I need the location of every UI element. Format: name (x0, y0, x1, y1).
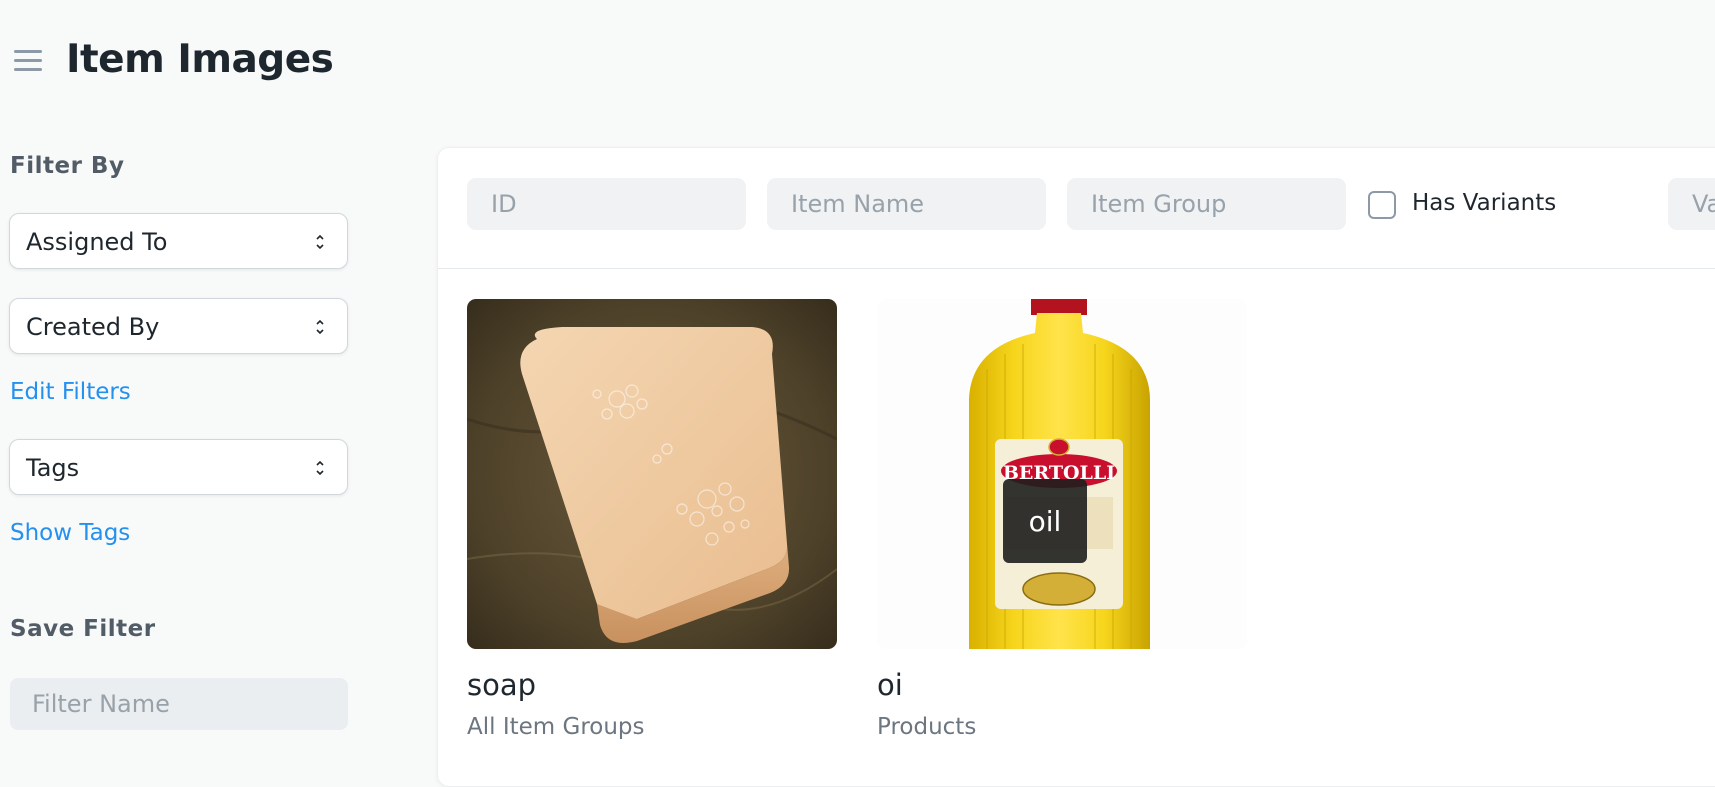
item-name-filter-input[interactable] (767, 178, 1046, 230)
soap-image (467, 299, 837, 649)
menu-icon[interactable] (12, 47, 44, 75)
sort-caret-icon (316, 319, 324, 335)
item-group: All Item Groups (467, 714, 645, 740)
has-variants-checkbox[interactable] (1368, 191, 1396, 219)
created-by-label: Created By (26, 313, 160, 341)
item-group: Products (877, 714, 977, 740)
standard-filter-bar: Has Variants (438, 148, 1715, 269)
soap-thumbnail[interactable] (467, 299, 837, 649)
page-title: Item Images (66, 37, 334, 82)
item-group-filter-input[interactable] (1067, 178, 1346, 230)
show-tags-link[interactable]: Show Tags (10, 520, 130, 546)
item-name[interactable]: soap (467, 668, 536, 702)
tags-select[interactable]: Tags (9, 439, 348, 495)
item-name[interactable]: oi (877, 668, 903, 702)
id-filter-input[interactable] (467, 178, 746, 230)
oil-thumbnail[interactable]: BERTOLLI oil (877, 299, 1247, 649)
edit-filters-link[interactable]: Edit Filters (10, 379, 131, 405)
olive-oil-bottle-image: BERTOLLI (877, 299, 1247, 649)
save-filter-heading: Save Filter (10, 616, 156, 642)
assigned-to-label: Assigned To (26, 228, 168, 256)
page-header: Item Images (0, 0, 1715, 125)
image-alt-text: oil (1003, 479, 1087, 563)
created-by-select[interactable]: Created By (9, 298, 348, 354)
has-variants-label: Has Variants (1412, 190, 1557, 216)
truncated-filter-input[interactable] (1668, 178, 1715, 230)
filter-name-input[interactable] (10, 678, 348, 730)
sort-caret-icon (316, 460, 324, 476)
tags-label: Tags (26, 454, 80, 482)
image-view-card: Has Variants (437, 147, 1715, 787)
sort-caret-icon (316, 234, 324, 250)
sidebar: Filter By Assigned To Created By Edit Fi… (0, 125, 370, 773)
filter-by-heading: Filter By (10, 153, 125, 179)
assigned-to-select[interactable]: Assigned To (9, 213, 348, 269)
